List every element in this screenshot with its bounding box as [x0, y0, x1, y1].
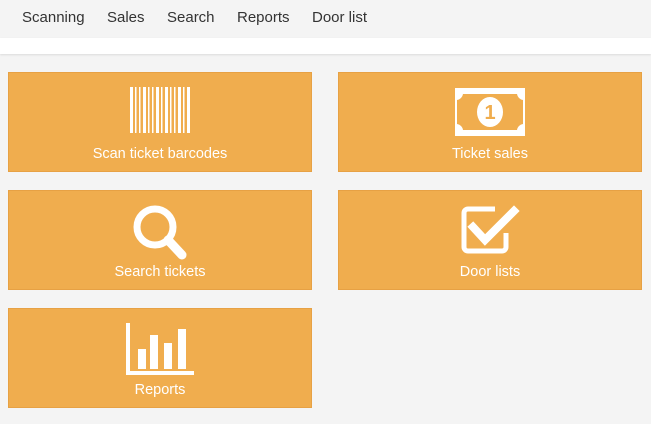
- tile-label: Door lists: [459, 264, 521, 280]
- tile-reports[interactable]: Reports: [8, 308, 312, 408]
- tile-label: Scan ticket barcodes: [92, 146, 228, 162]
- tile-search-tickets[interactable]: Search tickets: [8, 190, 312, 290]
- tile-door-lists[interactable]: Door lists: [338, 190, 642, 290]
- nav-scanning[interactable]: Scanning: [22, 9, 85, 26]
- tile-scan-ticket-barcodes[interactable]: Scan ticket barcodes: [8, 72, 312, 172]
- nav-sales[interactable]: Sales: [107, 9, 145, 26]
- checkbox-icon: [461, 205, 520, 254]
- tile-label: Search tickets: [114, 264, 206, 280]
- tile-ticket-sales[interactable]: 1 Ticket sales: [338, 72, 642, 172]
- banknote-icon: 1: [455, 88, 525, 136]
- tile-label: Reports: [134, 382, 186, 398]
- top-navigation: Scanning Sales Search Reports Door list: [0, 0, 651, 38]
- search-icon: [133, 205, 187, 260]
- barcode-icon: [130, 87, 190, 133]
- svg-text:1: 1: [484, 102, 495, 124]
- nav-search[interactable]: Search: [167, 9, 215, 26]
- bar-chart-icon: [126, 323, 194, 375]
- nav-reports[interactable]: Reports: [237, 9, 290, 26]
- nav-divider-bar: [0, 38, 651, 54]
- tile-label: Ticket sales: [451, 146, 528, 162]
- nav-door-list[interactable]: Door list: [312, 9, 367, 26]
